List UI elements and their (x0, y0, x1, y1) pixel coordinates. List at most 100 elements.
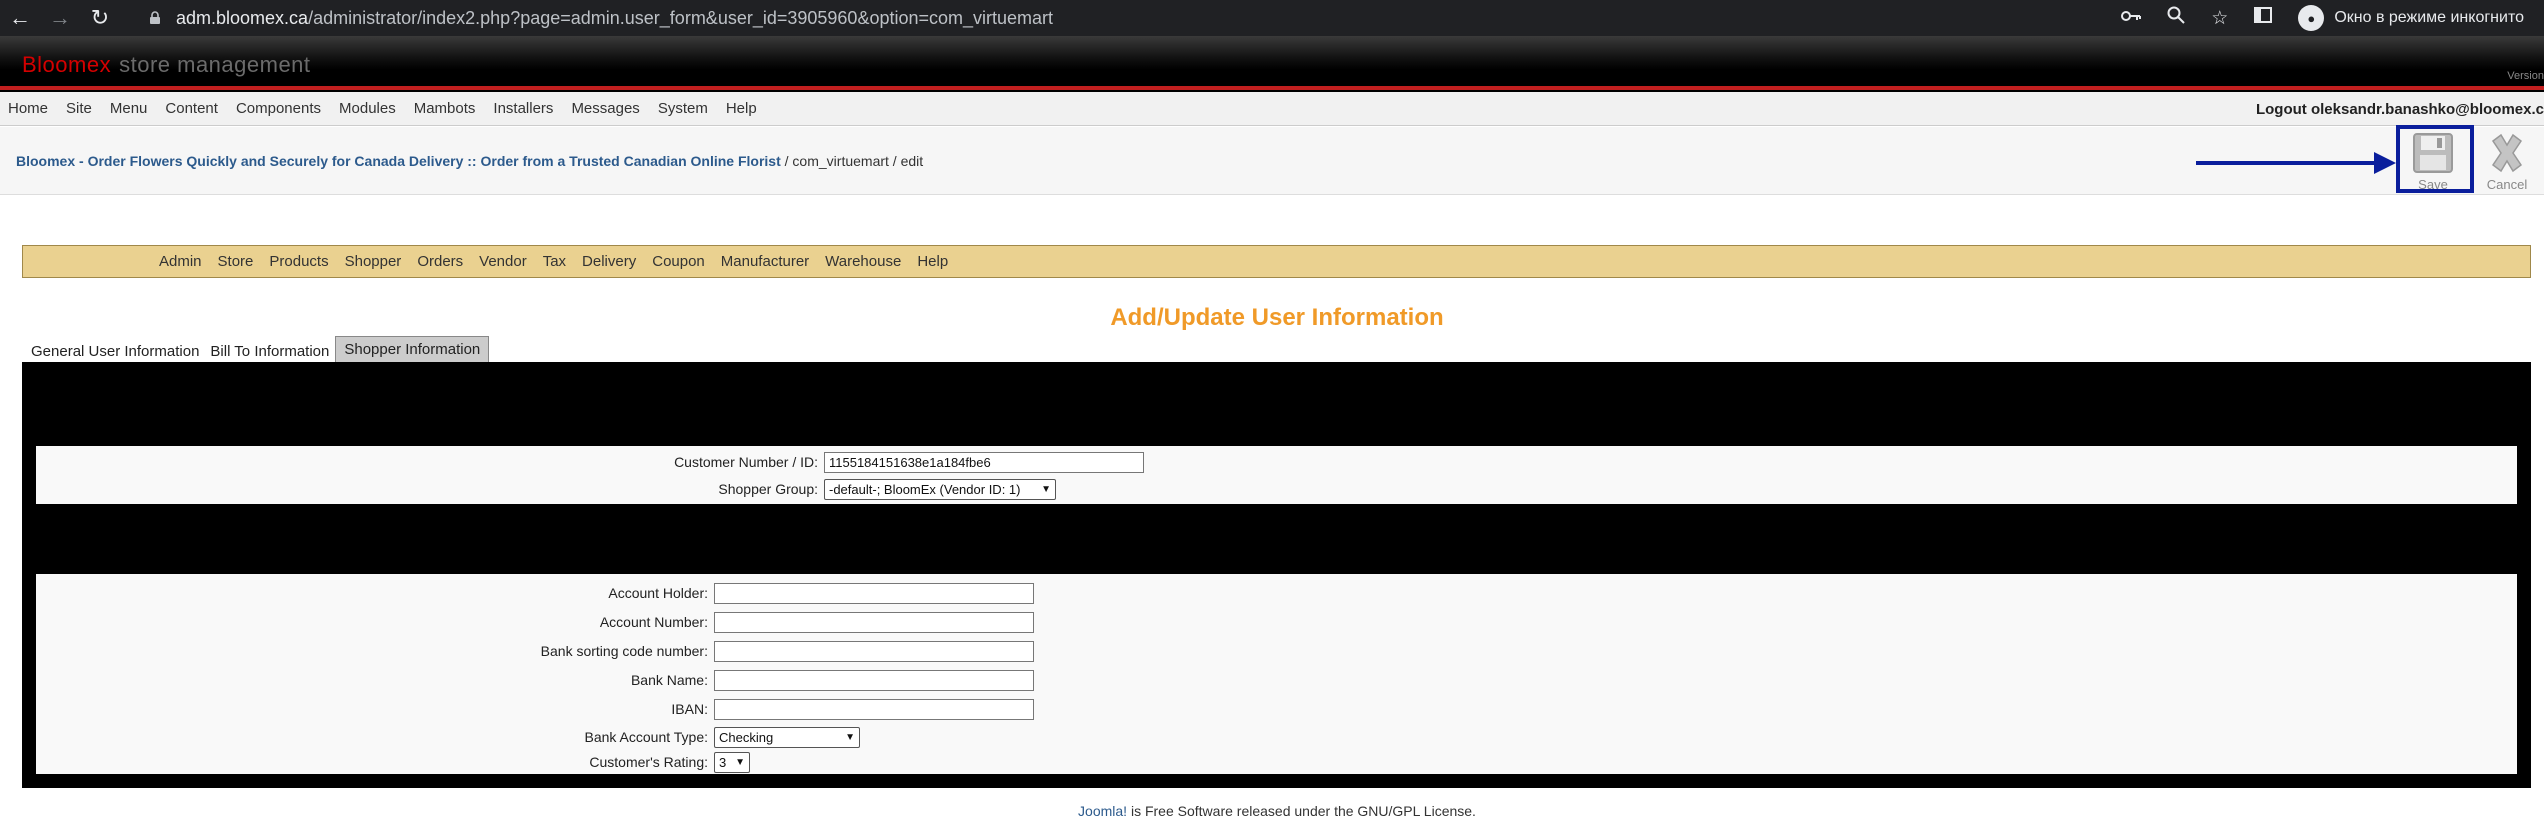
address-bar[interactable]: adm.bloomex.ca/administrator/index2.php?… (176, 8, 1053, 29)
menu-item-home[interactable]: Home (8, 100, 48, 117)
customer-number-row: Customer Number / ID: (36, 451, 1144, 473)
account-holder-row: Account Holder: (36, 582, 1034, 604)
menu-item-mambots[interactable]: Mambots (414, 100, 476, 117)
account-holder-label: Account Holder: (608, 585, 708, 601)
customer-rating-select[interactable]: 3 ▼ (714, 751, 750, 773)
menu-item-site[interactable]: Site (66, 100, 92, 117)
tab-shopper-information[interactable]: Shopper Information (335, 336, 490, 363)
vm-menu-shopper[interactable]: Shopper (345, 253, 402, 270)
annotation-arrow-line (2196, 161, 2376, 165)
shopper-information-panel: Customer Number / ID: Shopper Group: -de… (22, 362, 2531, 788)
cancel-x-icon (2491, 133, 2523, 173)
annotation-arrow-head (2374, 152, 2396, 174)
vm-menu-products[interactable]: Products (269, 253, 328, 270)
customer-number-input[interactable] (824, 451, 1144, 473)
incognito-label: Окно в режиме инкогнито (2334, 9, 2524, 26)
menu-item-modules[interactable]: Modules (339, 100, 396, 117)
browser-toolbar: ← → ↻ adm.bloomex.ca/administrator/index… (0, 0, 2544, 36)
shopper-group-value: -default-; BloomEx (Vendor ID: 1) (829, 481, 1021, 497)
side-panel-icon[interactable] (2254, 7, 2273, 29)
footer: Joomla! is Free Software released under … (0, 803, 2544, 819)
iban-label: IBAN: (671, 701, 708, 717)
joomla-link[interactable]: Joomla! (1078, 803, 1127, 819)
menu-item-system[interactable]: System (658, 100, 708, 117)
menu-item-help[interactable]: Help (726, 100, 757, 117)
tab-bar: General User Information Bill To Informa… (26, 336, 490, 363)
bookmark-star-icon[interactable]: ☆ (2211, 7, 2228, 30)
cancel-button[interactable]: Cancel (2472, 127, 2542, 193)
virtuemart-menu: Admin Store Products Shopper Orders Vend… (22, 245, 2531, 278)
bank-name-label: Bank Name: (630, 672, 708, 688)
vm-menu-manufacturer[interactable]: Manufacturer (721, 253, 809, 270)
title-bar: Bloomex - Order Flowers Quickly and Secu… (0, 127, 2544, 195)
menu-item-installers[interactable]: Installers (493, 100, 553, 117)
bank-name-input[interactable] (714, 669, 1034, 691)
menu-item-messages[interactable]: Messages (571, 100, 639, 117)
vm-menu-orders[interactable]: Orders (417, 253, 463, 270)
account-holder-input[interactable] (714, 582, 1034, 604)
key-icon[interactable] (2121, 7, 2142, 29)
account-number-row: Account Number: (36, 611, 1034, 633)
vm-menu-coupon[interactable]: Coupon (652, 253, 705, 270)
menu-item-content[interactable]: Content (165, 100, 218, 117)
tab-bill-to-information[interactable]: Bill To Information (205, 339, 336, 363)
customer-rating-label: Customer's Rating: (589, 754, 708, 770)
shopper-group-row: Shopper Group: -default-; BloomEx (Vendo… (36, 478, 1056, 500)
bank-account-type-select[interactable]: Checking ▼ (714, 726, 860, 748)
chevron-down-icon: ▼ (735, 756, 745, 768)
chevron-down-icon: ▼ (845, 731, 855, 743)
vm-menu-warehouse[interactable]: Warehouse (825, 253, 901, 270)
lock-icon[interactable] (148, 11, 162, 25)
page-title: Add/Update User Information (1110, 304, 1444, 331)
incognito-icon: ● (2298, 5, 2325, 31)
vm-menu-admin[interactable]: Admin (159, 253, 202, 270)
customer-rating-value: 3 (719, 754, 727, 770)
top-menu: Home Site Menu Content Components Module… (0, 92, 2544, 126)
bank-sorting-row: Bank sorting code number: (36, 640, 1034, 662)
save-highlight-box (2396, 125, 2474, 193)
tab-general-user-information[interactable]: General User Information (26, 339, 206, 363)
breadcrumb-site-link[interactable]: Bloomex - Order Flowers Quickly and Secu… (16, 153, 781, 169)
brand-logo: Bloomex store management (22, 52, 311, 78)
back-icon[interactable]: ← (0, 0, 40, 36)
bank-account-type-label: Bank Account Type: (584, 729, 709, 745)
forward-icon[interactable]: → (40, 0, 80, 36)
bank-sorting-label: Bank sorting code number: (540, 643, 708, 659)
iban-input[interactable] (714, 698, 1034, 720)
breadcrumb-path: / com_virtuemart / edit (780, 153, 924, 169)
iban-row: IBAN: (36, 698, 1034, 720)
site-header: Bloomex store management Version (0, 36, 2544, 92)
incognito-indicator[interactable]: ● Окно в режиме инкогнито (2298, 5, 2524, 31)
url-path: /administrator/index2.php?page=admin.use… (308, 7, 1054, 28)
footer-license-text: is Free Software released under the GNU/… (1127, 803, 1476, 819)
menu-item-components[interactable]: Components (236, 100, 321, 117)
customer-number-label: Customer Number / ID: (674, 454, 818, 470)
vm-menu-tax[interactable]: Tax (543, 253, 566, 270)
shopper-group-select[interactable]: -default-; BloomEx (Vendor ID: 1) ▼ (824, 478, 1056, 500)
logout-link[interactable]: Logout oleksandr.banashko@bloomex.c (2256, 101, 2544, 118)
version-label: Version (2507, 70, 2544, 82)
brand-subtitle: store management (119, 52, 311, 77)
brand-name: Bloomex (22, 52, 112, 77)
header-divider (0, 86, 2544, 90)
vm-menu-delivery[interactable]: Delivery (582, 253, 636, 270)
account-number-input[interactable] (714, 611, 1034, 633)
vm-menu-store[interactable]: Store (218, 253, 254, 270)
customer-rating-row: Customer's Rating: 3 ▼ (36, 751, 750, 773)
chevron-down-icon: ▼ (1041, 483, 1051, 495)
zoom-icon[interactable] (2167, 6, 2185, 30)
shopper-group-label: Shopper Group: (718, 481, 818, 497)
bank-name-row: Bank Name: (36, 669, 1034, 691)
bank-sorting-input[interactable] (714, 640, 1034, 662)
shopper-details-section: Customer Number / ID: Shopper Group: -de… (36, 446, 2517, 504)
vm-menu-vendor[interactable]: Vendor (479, 253, 527, 270)
menu-item-menu[interactable]: Menu (110, 100, 148, 117)
bank-details-section: Account Holder: Account Number: Bank sor… (36, 574, 2517, 774)
breadcrumb: Bloomex - Order Flowers Quickly and Secu… (16, 153, 923, 169)
url-host: adm.bloomex.ca (176, 7, 309, 28)
vm-menu-help[interactable]: Help (917, 253, 948, 270)
cancel-label: Cancel (2486, 177, 2528, 192)
account-number-label: Account Number: (599, 614, 708, 630)
bank-account-type-row: Bank Account Type: Checking ▼ (36, 726, 860, 748)
reload-icon[interactable]: ↻ (80, 0, 120, 36)
